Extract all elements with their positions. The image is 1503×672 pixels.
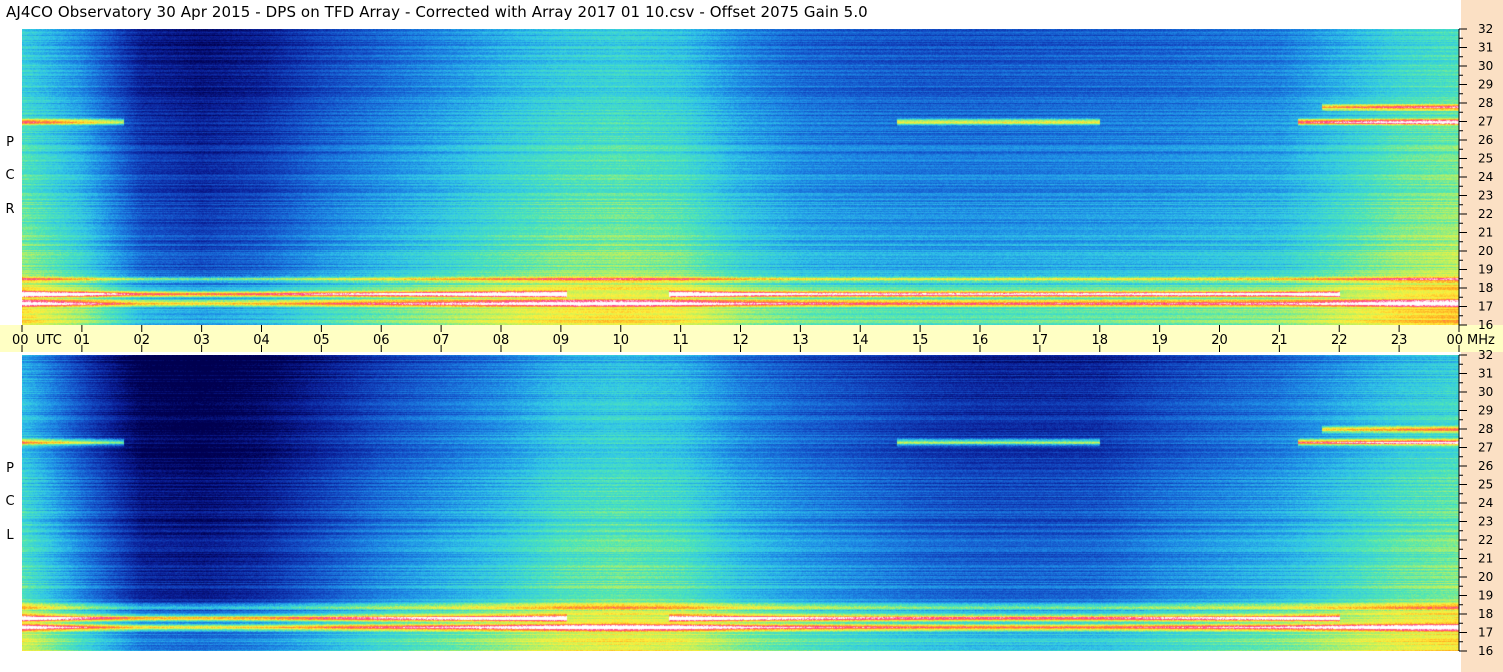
utc-tick-label: 22 (1331, 333, 1348, 348)
frequency-tick-label: 25 (1478, 152, 1493, 166)
frequency-tick-label: 28 (1478, 422, 1493, 436)
frequency-tick-label: 17 (1478, 626, 1493, 640)
utc-tick-label: 16 (972, 333, 989, 348)
frequency-tick-label: 29 (1478, 78, 1493, 92)
frequency-tick-label: 22 (1478, 533, 1493, 547)
utc-tick-label: 20 (1211, 333, 1228, 348)
utc-tick-label: 11 (672, 333, 689, 348)
frequency-tick-label: 20 (1478, 244, 1493, 258)
utc-tick-label: 15 (912, 333, 929, 348)
frequency-tick-label: 26 (1478, 459, 1493, 473)
utc-tick-label: 09 (553, 333, 570, 348)
frequency-tick-label: 17 (1478, 300, 1493, 314)
rcp-frequency-ticks: 32 31 30 29 28 27 26 25 24 23 22 21 20 19 18 17 16 (1458, 22, 1493, 332)
utc-tick-label: 04 (253, 333, 270, 348)
frequency-tick-label: 30 (1478, 59, 1493, 73)
frequency-tick-label: 29 (1478, 404, 1493, 418)
frequency-tick-label: 32 (1478, 348, 1493, 362)
frequency-tick-label: 19 (1478, 263, 1493, 277)
utc-tick-label: 23 (1391, 333, 1408, 348)
frequency-tick-label: 27 (1478, 115, 1493, 129)
frequency-tick-label: 31 (1478, 41, 1493, 55)
frequency-tick-label: 23 (1478, 515, 1493, 529)
utc-tick-label: 14 (852, 333, 869, 348)
frequency-tick-label: 21 (1478, 226, 1493, 240)
utc-axis-label: UTC (36, 333, 62, 348)
utc-tick-label: 02 (133, 333, 150, 348)
utc-tick-label: 10 (612, 333, 629, 348)
frequency-tick-label: 31 (1478, 367, 1493, 381)
utc-tick-label: 17 (1032, 333, 1049, 348)
frequency-tick-label: 26 (1478, 133, 1493, 147)
utc-tick-label: 06 (373, 333, 390, 348)
frequency-tick-label: 28 (1478, 96, 1493, 110)
utc-tick-label: 03 (193, 333, 210, 348)
utc-tick-label: 07 (433, 333, 450, 348)
frequency-tick-label: 27 (1478, 441, 1493, 455)
frequency-tick-label: 18 (1478, 281, 1493, 295)
frequency-tick-label: 23 (1478, 189, 1493, 203)
frequency-tick-label: 16 (1478, 318, 1493, 332)
mhz-axis-label: MHz (1467, 333, 1495, 348)
frequency-tick-label: 24 (1478, 170, 1493, 184)
utc-tick-label: 18 (1091, 333, 1108, 348)
frequency-tick-label: 25 (1478, 478, 1493, 492)
frequency-tick-label: 20 (1478, 570, 1493, 584)
frequency-tick-label: 32 (1478, 22, 1493, 36)
frequency-tick-label: 24 (1478, 496, 1493, 510)
utc-tick-label: 05 (313, 333, 330, 348)
utc-tick-label: 13 (792, 333, 809, 348)
chart-axes: 3231302928272625242322212019181716 32313… (12, 22, 1495, 658)
frequency-tick-label: 18 (1478, 607, 1493, 621)
utc-tick-label: 12 (732, 333, 749, 348)
frequency-tick-label: 22 (1478, 207, 1493, 221)
utc-tick-label: 19 (1151, 333, 1168, 348)
utc-tick-label: 21 (1271, 333, 1288, 348)
lcp-frequency-ticks: 32 31 30 29 28 27 26 25 24 23 22 21 20 19 18 17 16 (1458, 348, 1493, 658)
frequency-tick-label: 16 (1478, 644, 1493, 658)
utc-tick-label: 08 (493, 333, 510, 348)
utc-tick-labels: 00 01 02 03 04 05 06 07 08 09 10 11 12 13 14 15 16 17 18 19… (12, 325, 1495, 352)
utc-tick-label: 00 (12, 333, 29, 348)
frequency-tick-label: 30 (1478, 385, 1493, 399)
utc-tick-label: 00 (1446, 333, 1463, 348)
utc-tick-label: 01 (74, 333, 91, 348)
frequency-tick-label: 19 (1478, 589, 1493, 603)
frequency-tick-label: 21 (1478, 552, 1493, 566)
